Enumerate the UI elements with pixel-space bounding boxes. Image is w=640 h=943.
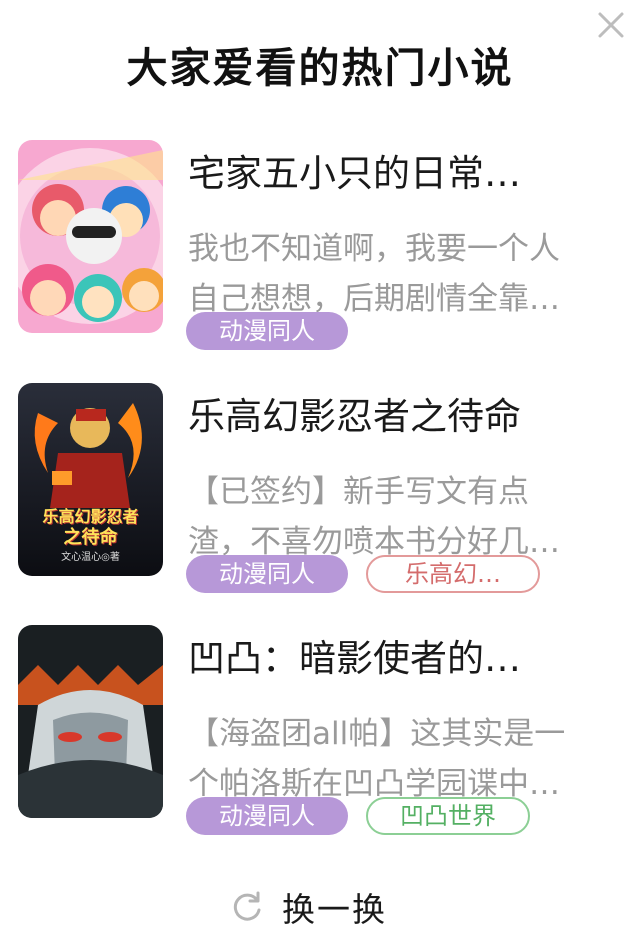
- page-title: 大家爱看的热门小说: [126, 44, 514, 92]
- tag-category[interactable]: 动漫同人: [186, 797, 348, 835]
- refresh-button[interactable]: 换一换: [230, 880, 387, 934]
- book-item-1[interactable]: 宅家五小只的日常… 我也不知道啊，我要一个人 自己想想，后期剧情全靠… 动漫同人: [18, 140, 628, 350]
- book-desc-1-line1: 我也不知道啊，我要一个人: [188, 231, 560, 267]
- book-tags-1: 动漫同人: [186, 312, 348, 350]
- refresh-icon: [233, 891, 261, 921]
- close-icon: [598, 12, 624, 38]
- book-cover-2[interactable]: 乐高幻影忍者 之待命 文心温心◎著: [18, 383, 163, 576]
- book-title-2: 乐高幻影忍者之待命: [188, 395, 521, 438]
- cover-title-line1: 乐高幻影忍者: [42, 507, 139, 526]
- tag-category[interactable]: 动漫同人: [186, 555, 348, 593]
- book-title-1: 宅家五小只的日常…: [188, 152, 521, 195]
- tag-category[interactable]: 动漫同人: [186, 312, 348, 350]
- book-cover-3[interactable]: [18, 625, 163, 818]
- book-desc-3: 【海盗团all帕】这其实是一 个帕洛斯在凹凸学园谍中…: [188, 709, 628, 809]
- book-title-3: 凹凸：暗影使者的…: [188, 637, 521, 680]
- book-desc-3-line1: 【海盗团all帕】这其实是一: [188, 716, 566, 752]
- cover-author: 文心温心◎著: [61, 552, 120, 563]
- book-item-3[interactable]: 凹凸：暗影使者的… 【海盗团all帕】这其实是一 个帕洛斯在凹凸学园谍中… 动漫…: [18, 625, 628, 835]
- close-button[interactable]: [594, 8, 628, 42]
- book-desc-2: 【已签约】新手写文有点 渣，不喜勿喷本书分好几…: [188, 467, 628, 567]
- book-item-2[interactable]: 乐高幻影忍者 之待命 文心温心◎著 乐高幻影忍者之待命 【已签约】新手写文有点 …: [18, 383, 628, 593]
- book-desc-1: 我也不知道啊，我要一个人 自己想想，后期剧情全靠…: [188, 224, 628, 324]
- book-cover-1[interactable]: [18, 140, 163, 333]
- tag-topic[interactable]: 乐高幻…: [366, 555, 540, 593]
- book-desc-2-line1: 【已签约】新手写文有点: [188, 474, 529, 510]
- book-tags-3: 动漫同人 凹凸世界: [186, 797, 530, 835]
- tag-topic[interactable]: 凹凸世界: [366, 797, 530, 835]
- book-tags-2: 动漫同人 乐高幻…: [186, 555, 540, 593]
- cover-title-line2: 之待命: [63, 527, 118, 548]
- refresh-label: 换一换: [282, 890, 387, 929]
